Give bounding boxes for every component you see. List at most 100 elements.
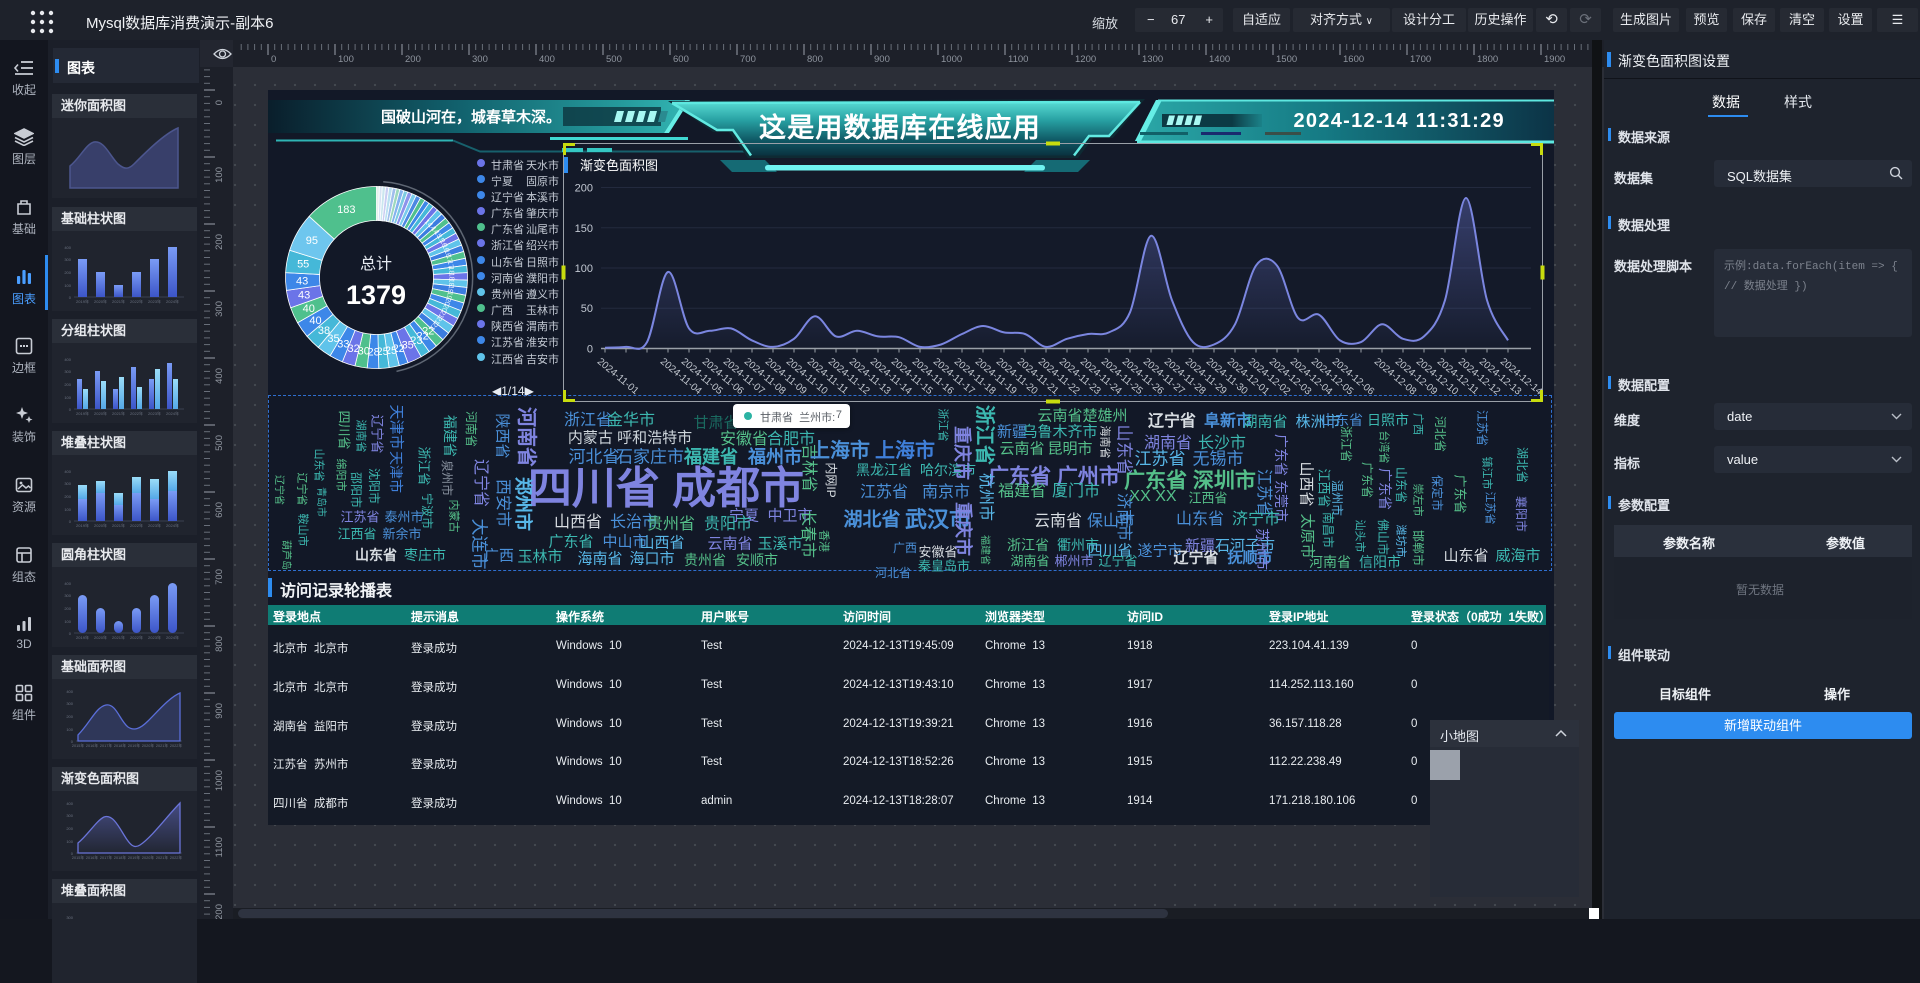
svg-text:100: 100 <box>64 283 71 288</box>
svg-text:800: 800 <box>214 636 225 652</box>
svg-text:0: 0 <box>69 631 72 636</box>
svg-text:0: 0 <box>69 295 72 300</box>
svg-text:200: 200 <box>66 714 73 719</box>
svg-text:2021年: 2021年 <box>112 298 125 304</box>
svg-text:700: 700 <box>740 54 756 65</box>
svg-text:1400: 1400 <box>1209 54 1230 65</box>
svg-text:43: 43 <box>295 275 307 287</box>
svg-text:1300: 1300 <box>1142 54 1163 65</box>
svg-text:200: 200 <box>405 54 421 65</box>
svg-text:1800: 1800 <box>1477 54 1498 65</box>
svg-text:2024-12-14 11:31:29: 2024-12-14 11:31:29 <box>1293 110 1505 132</box>
svg-text:183: 183 <box>337 203 355 215</box>
svg-text:1600: 1600 <box>1343 54 1364 65</box>
svg-text:100: 100 <box>66 839 73 844</box>
svg-text:900: 900 <box>214 703 225 719</box>
svg-text:100: 100 <box>64 507 71 512</box>
svg-text:2020年: 2020年 <box>94 410 107 416</box>
svg-text:2017年: 2017年 <box>100 743 112 748</box>
svg-text:2024年: 2024年 <box>166 634 179 640</box>
svg-text:2015年: 2015年 <box>72 743 84 748</box>
svg-text:200: 200 <box>64 382 71 387</box>
svg-text:300: 300 <box>66 701 73 706</box>
svg-text:300: 300 <box>66 813 73 818</box>
svg-text:2022年: 2022年 <box>130 298 143 304</box>
svg-text:400: 400 <box>64 245 71 250</box>
svg-text:100: 100 <box>64 395 71 400</box>
svg-text:2020年: 2020年 <box>94 634 107 640</box>
svg-text:600: 600 <box>673 54 689 65</box>
svg-text:2020年: 2020年 <box>94 298 107 304</box>
svg-text:400: 400 <box>539 54 555 65</box>
svg-text:2020年: 2020年 <box>142 855 154 860</box>
svg-text:200: 200 <box>64 270 71 275</box>
svg-text:300: 300 <box>64 257 71 262</box>
svg-text:2022年: 2022年 <box>130 634 143 640</box>
svg-text:0: 0 <box>214 100 225 105</box>
svg-text:2021年: 2021年 <box>112 634 125 640</box>
svg-text:900: 900 <box>874 54 890 65</box>
svg-text:1500: 1500 <box>1276 54 1297 65</box>
svg-text:2021年: 2021年 <box>156 743 168 748</box>
svg-text:2019年: 2019年 <box>76 298 89 304</box>
svg-text:2017年: 2017年 <box>100 855 112 860</box>
svg-text:这是用数据库在线应用: 这是用数据库在线应用 <box>759 112 1041 143</box>
svg-text:300: 300 <box>214 301 225 317</box>
svg-text:2022年: 2022年 <box>130 522 143 528</box>
svg-text:2016年: 2016年 <box>86 855 98 860</box>
svg-text:40: 40 <box>302 303 314 315</box>
svg-text:0: 0 <box>271 54 276 65</box>
svg-text:500: 500 <box>214 435 225 451</box>
svg-text:2018年: 2018年 <box>114 855 126 860</box>
svg-text:2023年: 2023年 <box>148 522 161 528</box>
svg-text:800: 800 <box>807 54 823 65</box>
svg-text:2019年: 2019年 <box>76 522 89 528</box>
svg-text:0: 0 <box>69 519 72 524</box>
svg-text:2023年: 2023年 <box>148 410 161 416</box>
svg-text:1700: 1700 <box>1410 54 1431 65</box>
svg-text:1000: 1000 <box>941 54 962 65</box>
svg-text:400: 400 <box>66 801 73 806</box>
svg-text:100: 100 <box>66 727 73 732</box>
svg-text:300: 300 <box>472 54 488 65</box>
svg-text:400: 400 <box>64 469 71 474</box>
svg-text:300: 300 <box>66 915 73 920</box>
svg-text:2015年: 2015年 <box>72 855 84 860</box>
svg-text:2021年: 2021年 <box>112 410 125 416</box>
svg-text:400: 400 <box>66 689 73 694</box>
svg-text:400: 400 <box>64 581 71 586</box>
svg-text:300: 300 <box>64 593 71 598</box>
svg-text:2019年: 2019年 <box>76 634 89 640</box>
svg-text:100: 100 <box>64 619 71 624</box>
svg-text:600: 600 <box>214 502 225 518</box>
svg-text:95: 95 <box>305 234 317 246</box>
svg-text:500: 500 <box>606 54 622 65</box>
svg-text:国破山河在，城春草木深。: 国破山河在，城春草木深。 <box>381 108 561 126</box>
svg-text:200: 200 <box>214 234 225 250</box>
svg-text:2021年: 2021年 <box>112 522 125 528</box>
svg-text:2022年: 2022年 <box>170 855 182 860</box>
svg-text:55: 55 <box>297 258 309 270</box>
svg-text:2019年: 2019年 <box>76 410 89 416</box>
svg-text:43: 43 <box>297 289 309 301</box>
svg-text:2022年: 2022年 <box>170 743 182 748</box>
svg-text:300: 300 <box>64 481 71 486</box>
svg-text:100: 100 <box>338 54 354 65</box>
svg-text:400: 400 <box>214 368 225 384</box>
svg-text:200: 200 <box>64 494 71 499</box>
svg-text:1000: 1000 <box>214 770 225 791</box>
svg-text:1100: 1100 <box>1008 54 1028 65</box>
svg-text:40: 40 <box>309 314 321 326</box>
svg-text:2019年: 2019年 <box>128 743 140 748</box>
svg-text:2023年: 2023年 <box>148 298 161 304</box>
svg-text:1100: 1100 <box>214 837 225 857</box>
svg-text:300: 300 <box>64 369 71 374</box>
svg-text:700: 700 <box>214 569 225 585</box>
svg-text:0: 0 <box>69 407 72 412</box>
svg-text:1200: 1200 <box>214 904 225 919</box>
svg-text:2018年: 2018年 <box>114 743 126 748</box>
svg-text:2023年: 2023年 <box>148 634 161 640</box>
svg-text:400: 400 <box>64 357 71 362</box>
svg-text:2024年: 2024年 <box>166 410 179 416</box>
svg-text:2024年: 2024年 <box>166 298 179 304</box>
